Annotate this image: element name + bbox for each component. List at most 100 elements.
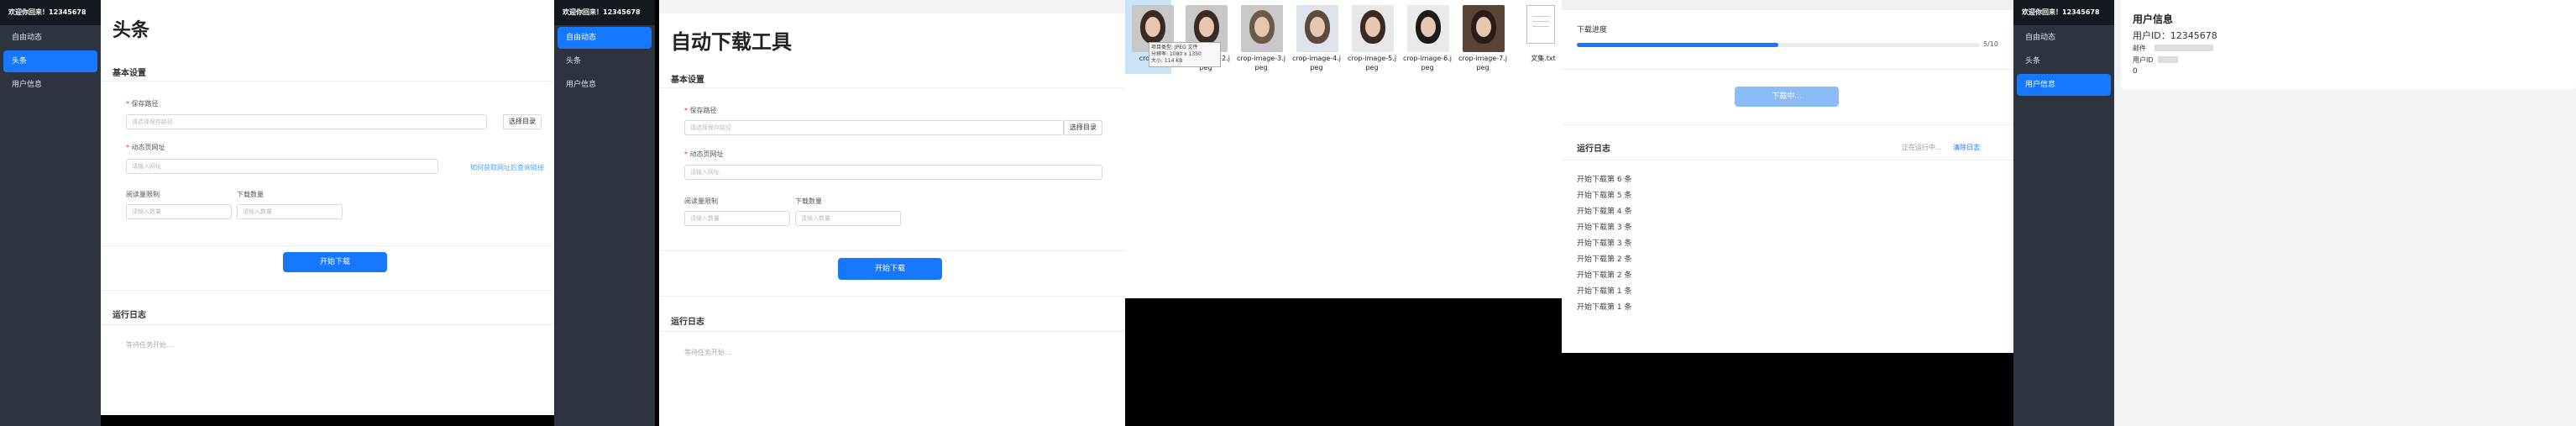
progress-bar-fill — [1577, 43, 1778, 47]
log-line: 开始下载第 4 条 — [1577, 208, 1632, 216]
file-name-3: crop-image-3.j peg — [1236, 55, 1286, 71]
read-limit-label: 阅读量限制 — [126, 191, 160, 198]
panel-toutiao: 欢迎你回来！12345678 自由动态 头条 用户信息 头条 基本设置 * 保存… — [0, 0, 554, 426]
progress-label: 下载进度 — [1577, 26, 1608, 34]
save-path-label: * 保存路径 — [126, 100, 159, 108]
main-content: 用户信息 用户ID：12345678 邮件 用户ID 0 — [2114, 0, 2576, 426]
sidebar-title: 欢迎你回来！12345678 — [554, 0, 655, 25]
log-line: 开始下载第 3 条 — [1577, 224, 1632, 232]
file-thumb-7[interactable] — [1463, 5, 1505, 52]
file-thumb-4[interactable] — [1296, 5, 1338, 52]
log-status: 正在运行中... — [1902, 144, 1942, 151]
tooltip-line: 大小: 114 KB — [1151, 58, 1183, 64]
log-line: 开始下载第 3 条 — [1577, 239, 1632, 248]
divider — [659, 296, 1125, 297]
divider — [101, 290, 554, 291]
choose-dir-button[interactable]: 选择目录 — [1064, 120, 1102, 135]
top-strip — [659, 0, 1125, 13]
file-thumb-5[interactable] — [1352, 5, 1394, 52]
log-line: 开始下载第 1 条 — [1577, 303, 1632, 312]
log-line: 开始下载第 6 条 — [1577, 176, 1632, 184]
divider — [659, 331, 1125, 332]
log-line: 开始下载第 1 条 — [1577, 287, 1632, 296]
file-thumb-3[interactable] — [1241, 5, 1283, 52]
url-label: * 动态页网址 — [684, 150, 724, 158]
sidebar-item-user-info[interactable]: 用户信息 — [558, 74, 652, 96]
email-line: 邮件 — [2133, 44, 2213, 53]
main-content: 头条 基本设置 * 保存路径 请选择保存路径 选择目录 * 动态页网址 请输入网… — [101, 0, 554, 415]
url-input[interactable]: 请输入网址 — [126, 159, 438, 174]
panel-file-explorer: crop-i crop-image-2.j peg crop-image-3.j… — [1125, 0, 1562, 426]
divider — [1562, 124, 2013, 125]
section-basic-settings: 基本设置 — [671, 76, 704, 85]
log-line: 开始下载第 2 条 — [1577, 255, 1632, 264]
sidebar: 欢迎你回来！12345678 自由动态 头条 用户信息 — [554, 0, 655, 426]
progress-view: 下载进度 5/10 下载中... 运行日志 正在运行中... 清除日志 开始下载… — [1562, 0, 2013, 353]
file-name-8: 文集.txt — [1531, 55, 1556, 62]
progress-bar — [1577, 43, 1980, 47]
tooltip-line: 分辨率: 1080 x 1350 — [1151, 51, 1202, 57]
start-download-button[interactable]: 开始下载 — [838, 258, 942, 280]
sidebar: 欢迎你回来！12345678 自由动态 头条 用户信息 — [0, 0, 101, 426]
sidebar-item-user-info[interactable]: 用户信息 — [3, 74, 97, 96]
sidebar-item-dynamics[interactable]: 自由动态 — [3, 27, 97, 49]
file-thumb-6[interactable] — [1407, 5, 1449, 52]
save-path-label: * 保存路径 — [684, 107, 717, 114]
user-id: 用户ID：12345678 — [2133, 30, 2217, 41]
panel-auto-download: 欢迎你回来！12345678 自由动态 头条 用户信息 自动下载工具 基本设置 … — [554, 0, 1125, 426]
card-title: 用户信息 — [2133, 13, 2174, 25]
section-run-log: 运行日志 — [671, 318, 704, 327]
file-name-7: crop-image-7.j peg — [1458, 55, 1508, 71]
save-path-input[interactable]: 请选择保存路径 — [684, 120, 1064, 135]
file-name-5: crop-image-5.j peg — [1347, 55, 1397, 71]
explorer-view: crop-i crop-image-2.j peg crop-image-3.j… — [1125, 0, 1562, 298]
download-count-label: 下载数量 — [795, 197, 822, 205]
sidebar-item-toutiao[interactable]: 头条 — [3, 50, 97, 72]
start-download-button[interactable]: 开始下载 — [283, 252, 387, 272]
url-input[interactable]: 请输入网址 — [684, 165, 1102, 180]
url-label: * 动态页网址 — [126, 144, 165, 151]
read-limit-label: 阅读量限制 — [684, 197, 718, 205]
text-file-icon[interactable] — [1526, 5, 1555, 44]
email-label: 邮件 — [2133, 45, 2146, 52]
page-title: 自动下载工具 — [671, 30, 792, 54]
section-basic-settings: 基本设置 — [113, 69, 146, 78]
download-count-label: 下载数量 — [237, 191, 264, 198]
sidebar-item-user-info[interactable]: 用户信息 — [2017, 74, 2111, 96]
user-id-label: 用户ID — [2133, 56, 2154, 64]
tooltip-line: 项目类型: JPEG 文件 — [1151, 45, 1198, 50]
section-run-log: 运行日志 — [1577, 145, 1610, 154]
file-tooltip: 项目类型: JPEG 文件 分辨率: 1080 x 1350 大小: 114 K… — [1149, 42, 1221, 67]
save-path-input[interactable]: 请选择保存路径 — [126, 114, 487, 129]
read-limit-input[interactable]: 请输入数量 — [684, 211, 790, 226]
sidebar-title: 欢迎你回来！12345678 — [2013, 0, 2114, 25]
sidebar: 欢迎你回来！12345678 自由动态 头条 用户信息 — [2013, 0, 2114, 426]
page-title: 头条 — [113, 20, 150, 41]
section-run-log: 运行日志 — [113, 311, 146, 320]
log-line: 开始下载第 2 条 — [1577, 271, 1632, 280]
divider — [101, 81, 554, 82]
downloading-button[interactable]: 下载中... — [1735, 87, 1839, 107]
panel-user-info: 欢迎你回来！12345678 自由动态 头条 用户信息 用户信息 用户ID：12… — [2013, 0, 2576, 426]
user-info-card: 用户信息 用户ID：12345678 邮件 用户ID 0 — [2121, 0, 2576, 89]
download-count-input[interactable]: 请输入数量 — [237, 204, 343, 219]
panel-progress: 下载进度 5/10 下载中... 运行日志 正在运行中... 清除日志 开始下载… — [1562, 0, 2013, 426]
file-name-6: crop-image-6.j peg — [1402, 55, 1453, 71]
divider — [659, 87, 1125, 88]
sidebar-item-dynamics[interactable]: 自由动态 — [2017, 27, 2111, 49]
progress-text: 5/10 — [1983, 40, 1998, 48]
sidebar-item-dynamics[interactable]: 自由动态 — [558, 27, 652, 49]
sidebar-item-toutiao[interactable]: 头条 — [558, 50, 652, 72]
choose-dir-button[interactable]: 选择目录 — [503, 114, 542, 129]
sidebar-item-toutiao[interactable]: 头条 — [2017, 50, 2111, 72]
log-placeholder: 等待任务开始... — [684, 349, 731, 356]
redacted-value — [2158, 56, 2178, 63]
download-count-input[interactable]: 请输入数量 — [795, 211, 901, 226]
clear-log-link[interactable]: 清除日志 — [1953, 143, 1980, 152]
url-help-link[interactable]: 如何获取网址后查询链接 — [470, 163, 544, 172]
divider — [1562, 69, 2013, 70]
divider — [659, 250, 1125, 251]
log-line: 开始下载第 5 条 — [1577, 192, 1632, 200]
top-strip — [1562, 0, 2013, 10]
read-limit-input[interactable]: 请输入数量 — [126, 204, 232, 219]
